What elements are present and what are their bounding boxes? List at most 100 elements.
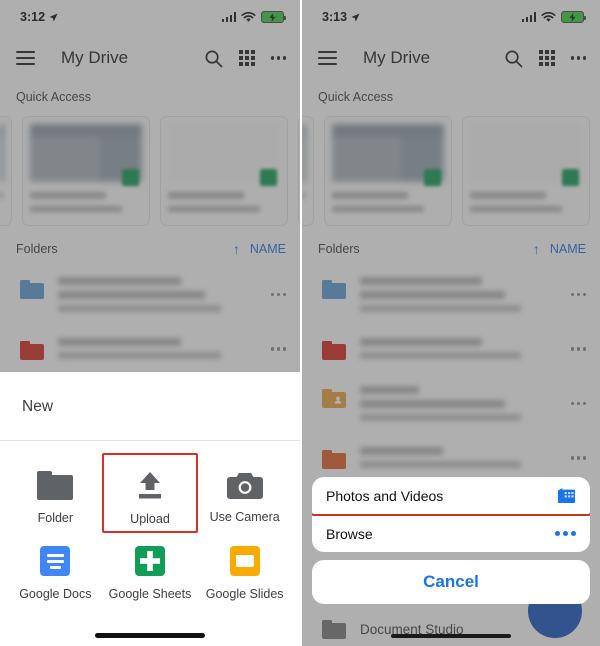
- more-options-icon[interactable]: [270, 56, 286, 60]
- wifi-icon: [241, 11, 256, 22]
- folder-subtitle-redacted: [360, 305, 522, 312]
- file-name-redacted: [30, 192, 107, 199]
- folder-subtitle-redacted: [360, 461, 522, 468]
- more-options-icon[interactable]: [570, 347, 586, 351]
- folder-list-left: [0, 264, 300, 373]
- folders-label: Folders: [318, 242, 360, 256]
- new-option-google-docs[interactable]: Google Docs: [8, 538, 103, 611]
- file-type-badge: [122, 169, 139, 186]
- shared-folder-icon: [322, 389, 346, 408]
- more-options-icon[interactable]: [270, 292, 286, 297]
- more-options-icon[interactable]: [555, 531, 576, 536]
- new-bottom-sheet: New Folder Upload Use Camera Google Docs…: [0, 372, 300, 646]
- location-arrow-icon: [49, 12, 58, 21]
- more-options-icon[interactable]: [570, 456, 586, 460]
- sort-ascending-icon[interactable]: ↑: [233, 242, 240, 256]
- new-option-label: Google Docs: [19, 587, 92, 601]
- more-options-icon[interactable]: [570, 401, 586, 406]
- folder-name-redacted: [58, 277, 182, 285]
- status-right-group: [221, 11, 286, 23]
- action-browse[interactable]: Browse: [312, 515, 590, 552]
- file-name-redacted: [168, 192, 245, 199]
- status-left-group: 3:12: [20, 10, 58, 24]
- new-option-google-slides[interactable]: Google Slides: [197, 538, 292, 611]
- status-bar-right: 3:13: [302, 0, 600, 34]
- cancel-button[interactable]: Cancel: [312, 560, 590, 604]
- folder-icon: [20, 341, 44, 360]
- location-arrow-icon: [351, 12, 360, 21]
- folders-label: Folders: [16, 242, 58, 256]
- new-option-google-sheets[interactable]: Google Sheets: [103, 538, 198, 611]
- upload-action-sheet: Photos and Videos Browse Cancel: [312, 477, 590, 604]
- folder-icon: [20, 280, 44, 299]
- sort-ascending-icon[interactable]: ↑: [533, 242, 540, 256]
- folder-row[interactable]: [302, 325, 600, 373]
- hamburger-menu-icon[interactable]: [16, 51, 35, 65]
- search-icon[interactable]: [504, 49, 523, 68]
- sort-by-label[interactable]: NAME: [250, 242, 286, 256]
- folder-name-redacted: [360, 277, 482, 285]
- action-label: Photos and Videos: [326, 487, 444, 504]
- more-options-icon[interactable]: [570, 292, 586, 297]
- new-option-use-camera[interactable]: Use Camera: [197, 463, 292, 536]
- grid-view-icon[interactable]: [538, 50, 555, 66]
- cellular-signal-icon: [221, 12, 236, 22]
- quick-access-strip[interactable]: [0, 112, 300, 234]
- folder-row[interactable]: [0, 264, 300, 325]
- file-meta-redacted: [332, 206, 424, 212]
- more-options-icon[interactable]: [270, 347, 286, 351]
- folder-meta: [58, 277, 257, 312]
- quick-access-card[interactable]: [160, 116, 288, 226]
- google-sheets-icon: [134, 546, 165, 576]
- folder-icon: [322, 280, 346, 299]
- quick-access-card[interactable]: [462, 116, 590, 226]
- folder-row[interactable]: [302, 264, 600, 325]
- folder-subtitle-redacted: [58, 305, 221, 312]
- panel-right: 3:13 My Drive Quick Access Folders ↑ NAM…: [300, 0, 600, 646]
- status-time: 3:13: [322, 10, 348, 24]
- action-photos-and-videos[interactable]: Photos and Videos: [312, 477, 590, 516]
- folder-meta: [360, 386, 557, 421]
- new-option-upload[interactable]: Upload: [101, 453, 198, 536]
- page-title: My Drive: [61, 48, 129, 67]
- quick-access-label: Quick Access: [318, 90, 394, 104]
- action-sheet-group: Photos and Videos Browse: [312, 477, 590, 552]
- hamburger-menu-icon[interactable]: [318, 51, 337, 65]
- folder-row[interactable]: [302, 434, 600, 482]
- battery-charging-icon: [261, 11, 286, 23]
- more-options-icon[interactable]: [570, 56, 586, 60]
- file-meta-redacted: [168, 206, 260, 212]
- sort-control[interactable]: ↑ NAME: [533, 242, 586, 256]
- file-name-redacted: [332, 192, 409, 199]
- google-docs-icon: [40, 546, 71, 576]
- upload-icon: [131, 471, 169, 501]
- sort-control[interactable]: ↑ NAME: [233, 242, 286, 256]
- folder-name-redacted: [58, 291, 205, 299]
- app-bar-actions: [204, 49, 286, 68]
- quick-access-card[interactable]: [0, 116, 12, 226]
- sheet-title: New: [22, 398, 54, 415]
- app-bar-left: My Drive: [0, 34, 300, 82]
- folder-name-redacted: [360, 386, 419, 394]
- folder-name-redacted: [360, 400, 506, 408]
- file-type-badge: [562, 169, 579, 186]
- quick-access-strip[interactable]: [302, 112, 600, 234]
- status-right-group: [521, 11, 586, 23]
- home-indicator: [391, 634, 511, 638]
- sort-by-label[interactable]: NAME: [550, 242, 586, 256]
- folders-header: Folders ↑ NAME: [302, 234, 600, 264]
- folder-row[interactable]: [0, 325, 300, 373]
- panel-left: 3:12 My Drive Quick Access Folders ↑ NAM…: [0, 0, 300, 646]
- search-icon[interactable]: [204, 49, 223, 68]
- folder-row[interactable]: [302, 373, 600, 434]
- file-meta-redacted: [470, 206, 562, 212]
- quick-access-card[interactable]: [22, 116, 150, 226]
- quick-access-card[interactable]: [324, 116, 452, 226]
- new-option-folder[interactable]: Folder: [8, 463, 103, 536]
- quick-access-card[interactable]: [302, 116, 314, 226]
- folder-meta: [58, 338, 257, 359]
- folder-icon: [322, 450, 346, 469]
- folder-subtitle-redacted: [58, 352, 221, 359]
- grid-view-icon[interactable]: [238, 50, 255, 66]
- drive-app-right: 3:13 My Drive Quick Access Folders ↑ NAM…: [302, 0, 600, 646]
